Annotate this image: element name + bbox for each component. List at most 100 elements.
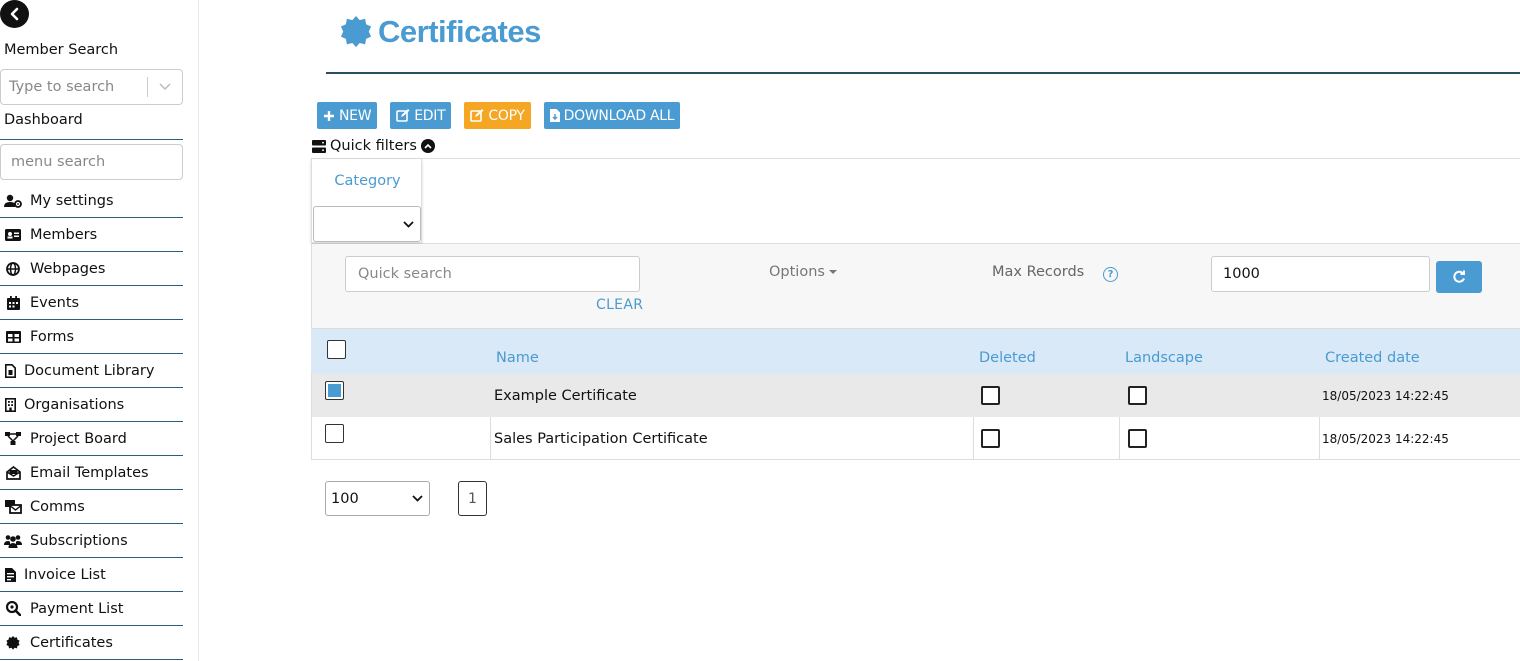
table-row[interactable]: Sales Participation Certificate 18/05/20… xyxy=(311,417,1520,460)
mail-bulk-icon xyxy=(4,499,22,514)
chevron-up-icon xyxy=(420,139,435,153)
invoice-icon xyxy=(4,567,16,582)
back-button[interactable] xyxy=(0,0,29,28)
member-search-placeholder: Type to search xyxy=(9,79,115,95)
deleted-checkbox[interactable] xyxy=(981,429,1000,448)
row-select-cell xyxy=(325,369,344,412)
chevron-down-icon xyxy=(412,495,423,502)
table-icon xyxy=(4,330,22,344)
quick-search-input[interactable] xyxy=(345,256,640,292)
sidebar-item-label: Forms xyxy=(30,328,75,345)
file-icon xyxy=(4,363,16,378)
new-button-label: NEW xyxy=(339,107,372,124)
certificates-table: Name Deleted Landscape Created date Exam… xyxy=(311,329,1520,460)
quick-filters-panel: Category xyxy=(311,158,1520,244)
column-divider xyxy=(1119,417,1120,460)
title-divider xyxy=(326,72,1520,74)
options-dropdown[interactable]: Options xyxy=(769,264,837,280)
sidebar-item-label: Subscriptions xyxy=(30,532,128,549)
sidebar-item-forms[interactable]: Forms xyxy=(0,320,183,354)
sidebar-item-certificates[interactable]: Certificates xyxy=(0,626,183,660)
refresh-button[interactable] xyxy=(1436,261,1482,293)
sidebar-item-label: Organisations xyxy=(24,396,125,413)
column-header-deleted[interactable]: Deleted xyxy=(979,350,1036,366)
column-header-landscape[interactable]: Landscape xyxy=(1125,350,1203,366)
sidebar-item-label: Invoice List xyxy=(24,566,106,583)
sidebar-item-label: Payment List xyxy=(30,600,124,617)
quick-filters-label: Quick filters xyxy=(330,138,417,154)
row-deleted-cell xyxy=(981,417,1000,460)
certificate-icon xyxy=(4,635,22,650)
sidebar-item-label: Members xyxy=(30,226,98,243)
page-size-value: 100 xyxy=(331,490,359,507)
sidebar-item-payment-list[interactable]: Payment List xyxy=(0,592,183,626)
member-search-select[interactable]: Type to search xyxy=(0,69,183,105)
edit-icon xyxy=(470,109,484,122)
new-button[interactable]: NEW xyxy=(317,102,378,129)
question-circle-icon[interactable]: ? xyxy=(1103,267,1118,282)
sidebar-item-invoice-list[interactable]: Invoice List xyxy=(0,558,183,592)
id-card-icon xyxy=(4,228,22,242)
table-row[interactable]: Example Certificate 18/05/2023 14:22:45 xyxy=(311,374,1520,417)
file-download-icon xyxy=(549,109,560,122)
sidebar-item-comms[interactable]: Comms xyxy=(0,490,183,524)
menu-search-input[interactable] xyxy=(0,144,183,180)
sidebar-item-members[interactable]: Members xyxy=(0,218,183,252)
options-label: Options xyxy=(769,264,825,280)
page-button[interactable]: 1 xyxy=(458,481,487,516)
sidebar-item-project-board[interactable]: Project Board xyxy=(0,422,183,456)
deleted-checkbox[interactable] xyxy=(981,386,1000,405)
dashboard-link[interactable]: Dashboard xyxy=(4,112,83,128)
column-header-created-date[interactable]: Created date xyxy=(1325,350,1420,366)
caret-down-icon xyxy=(828,270,837,274)
copy-button-label: COPY xyxy=(488,107,525,124)
landscape-checkbox[interactable] xyxy=(1128,386,1147,405)
sidebar-item-email-templates[interactable]: Email Templates xyxy=(0,456,183,490)
sidebar-item-label: Project Board xyxy=(30,430,127,447)
edit-icon xyxy=(396,109,410,122)
sidebar-item-webpages[interactable]: Webpages xyxy=(0,252,183,286)
max-records-input[interactable] xyxy=(1211,256,1430,292)
sidebar-menu: My settings Members Webpages Events Form… xyxy=(0,184,183,660)
sidebar-item-events[interactable]: Events xyxy=(0,286,183,320)
certificate-icon xyxy=(340,16,372,48)
column-divider xyxy=(1319,417,1320,460)
row-landscape-cell xyxy=(1128,374,1147,417)
toolbar: NEW EDIT COPY DOWNLOAD ALL xyxy=(317,102,693,129)
category-label: Category xyxy=(334,173,401,189)
search-panel: CLEAR Options Max Records ? xyxy=(311,244,1520,329)
edit-button-label: EDIT xyxy=(414,107,446,124)
column-divider xyxy=(490,417,491,460)
search-dollar-icon xyxy=(4,601,22,616)
row-created-date: 18/05/2023 14:22:45 xyxy=(1322,431,1449,446)
download-all-button[interactable]: DOWNLOAD ALL xyxy=(543,102,681,129)
clear-link[interactable]: CLEAR xyxy=(596,297,643,313)
chevron-down-icon[interactable] xyxy=(148,83,182,91)
sidebar-item-my-settings[interactable]: My settings xyxy=(0,184,183,218)
users-icon xyxy=(4,534,22,548)
sidebar-item-organisations[interactable]: Organisations xyxy=(0,388,183,422)
edit-button[interactable]: EDIT xyxy=(390,102,452,129)
sidebar-item-label: Webpages xyxy=(30,260,106,277)
sidebar-item-label: Events xyxy=(30,294,80,311)
page-title: Certificates xyxy=(340,14,541,50)
sidebar-item-subscriptions[interactable]: Subscriptions xyxy=(0,524,183,558)
envelope-open-icon xyxy=(4,465,22,480)
sidebar-item-label: Document Library xyxy=(24,362,155,379)
quick-filters-toggle[interactable]: Quick filters xyxy=(312,138,435,154)
category-select[interactable] xyxy=(313,206,421,242)
max-records-label: Max Records xyxy=(992,264,1085,280)
sidebar: Member Search Type to search Dashboard M… xyxy=(0,0,199,661)
member-search-label: Member Search xyxy=(4,42,119,58)
select-all-checkbox[interactable] xyxy=(327,340,346,359)
row-select-checkbox[interactable] xyxy=(325,424,344,443)
page-size-select[interactable]: 100 xyxy=(325,481,430,516)
chevron-down-icon xyxy=(403,220,414,228)
column-header-name[interactable]: Name xyxy=(496,350,539,366)
landscape-checkbox[interactable] xyxy=(1128,429,1147,448)
row-deleted-cell xyxy=(981,374,1000,417)
sidebar-item-document-library[interactable]: Document Library xyxy=(0,354,183,388)
row-select-checkbox[interactable] xyxy=(325,381,344,400)
sidebar-item-label: Comms xyxy=(30,498,85,515)
copy-button[interactable]: COPY xyxy=(464,102,531,129)
